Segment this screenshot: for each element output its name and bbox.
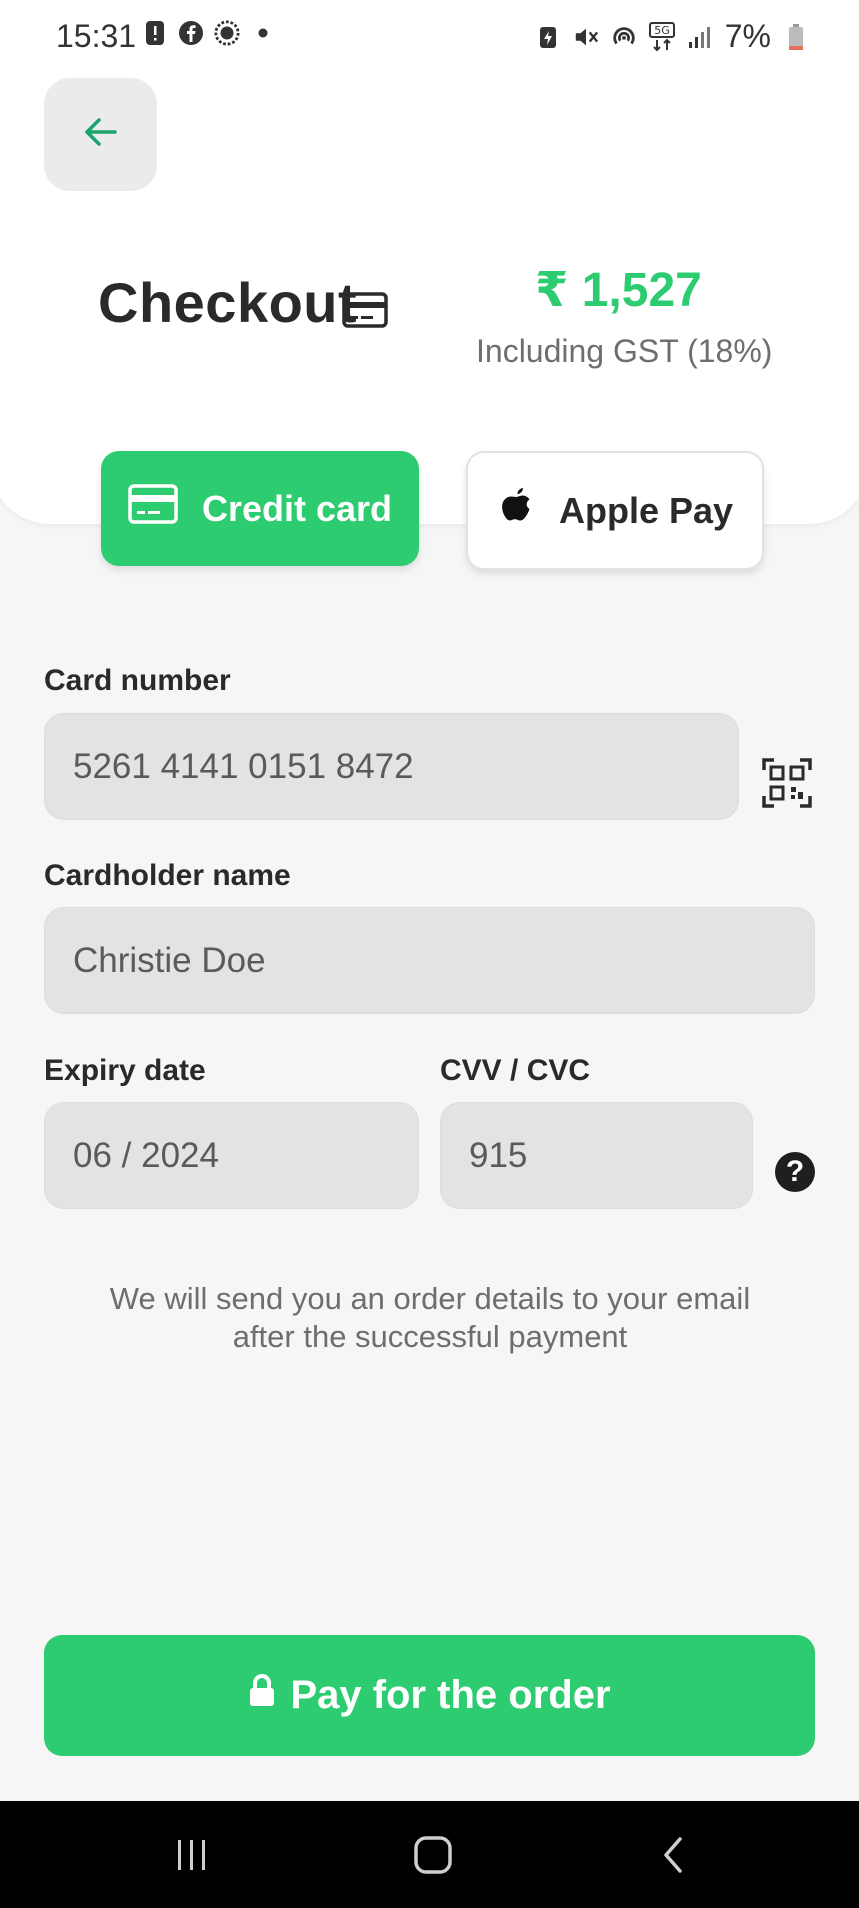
gst-note: Including GST (18%): [476, 333, 773, 369]
apple-logo-icon: [497, 484, 535, 537]
dot-icon: [250, 20, 276, 46]
expiry-date-label: Expiry date: [44, 1054, 206, 1087]
cvv-input[interactable]: [440, 1102, 753, 1209]
card-number-label: Card number: [44, 664, 231, 697]
tab-apple-pay-label: Apple Pay: [558, 489, 734, 531]
messenger-icon: [214, 20, 240, 46]
battery-icon: [783, 23, 809, 50]
svg-text:5G: 5G: [654, 24, 670, 37]
mute-icon: [573, 24, 599, 50]
recent-apps-icon[interactable]: [162, 1830, 222, 1880]
alert-icon: [142, 20, 168, 46]
credit-card-icon: [128, 484, 178, 533]
pay-button-label: Pay for the order: [290, 1673, 611, 1717]
status-left-icons: [142, 20, 276, 46]
order-amount: ₹ 1,527: [535, 264, 702, 317]
back-button[interactable]: [44, 78, 157, 191]
hotspot-icon: [611, 24, 637, 50]
5g-icon: 5G: [648, 21, 675, 51]
back-arrow-icon: [83, 116, 119, 153]
home-icon[interactable]: [403, 1830, 463, 1880]
card-number-input[interactable]: [44, 713, 739, 820]
tab-credit-card-label: Credit card: [201, 487, 393, 529]
qr-scan-icon[interactable]: [762, 758, 812, 813]
cardholder-name-input[interactable]: [44, 907, 815, 1014]
signal-icon: [687, 24, 713, 50]
battery-percent: 7%: [724, 18, 771, 54]
facebook-icon: [178, 20, 204, 46]
battery-saver-icon: [535, 24, 561, 50]
lock-icon: [248, 1673, 276, 1718]
expiry-date-input[interactable]: [44, 1102, 419, 1209]
status-right: 5G 7%: [535, 18, 809, 55]
pay-button[interactable]: Pay for the order: [44, 1635, 815, 1756]
back-nav-icon[interactable]: [643, 1830, 703, 1880]
cvv-label: CVV / CVC: [440, 1054, 591, 1087]
cardholder-name-label: Cardholder name: [44, 859, 291, 892]
credit-card-icon: [342, 292, 388, 333]
tab-apple-pay[interactable]: Apple Pay: [466, 451, 764, 570]
page-title: Checkout: [98, 271, 358, 334]
cvv-help-icon[interactable]: ?: [775, 1152, 815, 1192]
tab-credit-card[interactable]: Credit card: [101, 451, 419, 566]
email-note: We will send you an order details to you…: [109, 1281, 751, 1354]
status-time: 15:31: [56, 18, 137, 54]
